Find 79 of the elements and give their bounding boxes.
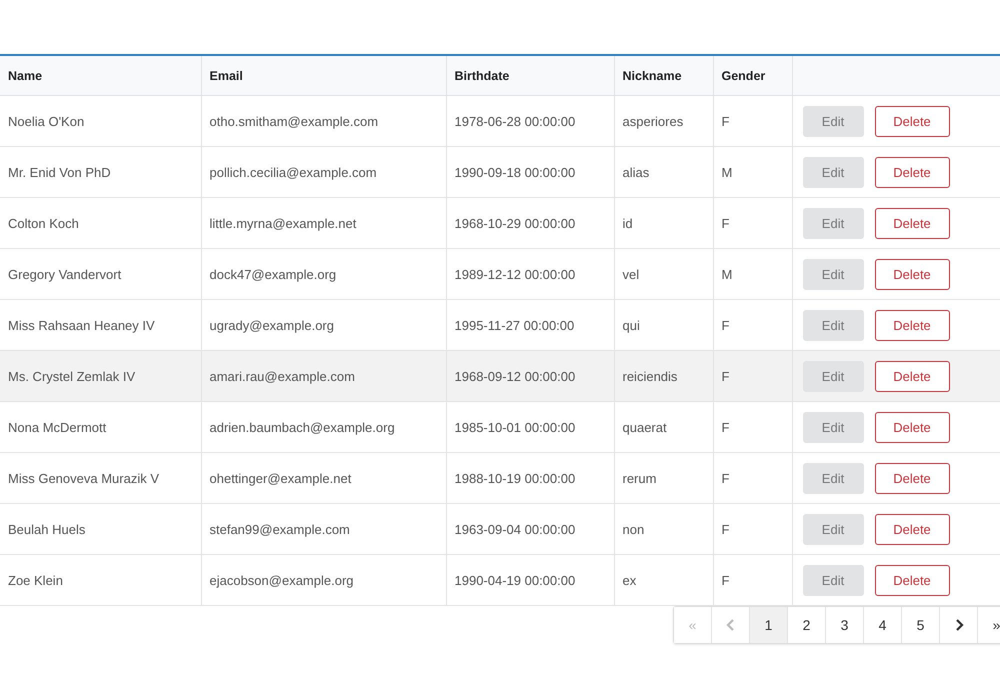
- edit-button[interactable]: Edit: [802, 564, 864, 596]
- chevron-left-icon: [726, 619, 736, 631]
- table-cell: otho.smitham@example.com: [201, 96, 446, 146]
- table-cell: F: [713, 96, 792, 146]
- delete-button[interactable]: Delete: [874, 106, 950, 136]
- table-cell: F: [713, 350, 792, 402]
- table-cell: reiciendis: [614, 350, 713, 402]
- delete-button[interactable]: Delete: [874, 514, 950, 544]
- table-cell: M: [713, 146, 792, 198]
- delete-button[interactable]: Delete: [874, 462, 950, 494]
- table-cell: ohettinger@example.net: [201, 452, 446, 504]
- table-cell: 1990-09-18 00:00:00: [446, 146, 614, 198]
- table-cell: 1963-09-04 00:00:00: [446, 504, 614, 554]
- table-cell: Noelia O'Kon: [0, 96, 201, 146]
- delete-button[interactable]: Delete: [874, 412, 950, 442]
- delete-button[interactable]: Delete: [874, 310, 950, 340]
- delete-button[interactable]: Delete: [874, 208, 950, 238]
- edit-button[interactable]: Edit: [802, 514, 864, 544]
- edit-button[interactable]: Edit: [802, 360, 864, 392]
- edit-button[interactable]: Edit: [802, 310, 864, 340]
- table-cell: F: [713, 554, 792, 606]
- table-cell: M: [713, 248, 792, 300]
- column-header: Name: [0, 55, 201, 96]
- table-cell: ex: [614, 554, 713, 606]
- delete-button[interactable]: Delete: [874, 156, 950, 188]
- table-cell: Nona McDermott: [0, 402, 201, 452]
- edit-button[interactable]: Edit: [802, 412, 864, 442]
- table-cell: Miss Genoveva Murazik V: [0, 452, 201, 504]
- table-cell: Mr. Enid Von PhD: [0, 146, 201, 198]
- table-cell: rerum: [614, 452, 713, 504]
- page-button[interactable]: 5: [902, 607, 940, 643]
- table-cell: quaerat: [614, 402, 713, 452]
- table-cell: 1978-06-28 00:00:00: [446, 96, 614, 146]
- table-cell: 1990-04-19 00:00:00: [446, 554, 614, 606]
- edit-button[interactable]: Edit: [802, 156, 864, 188]
- next-page-button[interactable]: [940, 607, 978, 643]
- column-header: Birthdate: [446, 55, 614, 96]
- edit-button[interactable]: Edit: [802, 462, 864, 494]
- table-cell: dock47@example.org: [201, 248, 446, 300]
- table-cell: alias: [614, 146, 713, 198]
- table-cell: asperiores: [614, 96, 713, 146]
- table-cell: pollich.cecilia@example.com: [201, 146, 446, 198]
- table-cell: 1968-09-12 00:00:00: [446, 350, 614, 402]
- delete-button[interactable]: Delete: [874, 360, 950, 392]
- delete-button[interactable]: Delete: [874, 564, 950, 596]
- column-header: Gender: [713, 55, 792, 96]
- edit-button[interactable]: Edit: [802, 208, 864, 238]
- table-cell: F: [713, 402, 792, 452]
- column-header: Email: [201, 55, 446, 96]
- column-header: Nickname: [614, 55, 713, 96]
- table-cell: non: [614, 504, 713, 554]
- table-cell: id: [614, 198, 713, 248]
- table-cell: ejacobson@example.org: [201, 554, 446, 606]
- table-cell: Gregory Vandervort: [0, 248, 201, 300]
- table-cell: 1988-10-19 00:00:00: [446, 452, 614, 504]
- table-cell: little.myrna@example.net: [201, 198, 446, 248]
- table-cell: F: [713, 452, 792, 504]
- table-cell: 1989-12-12 00:00:00: [446, 248, 614, 300]
- edit-button[interactable]: Edit: [802, 258, 864, 290]
- table-cell: amari.rau@example.com: [201, 350, 446, 402]
- table-cell: 1968-10-29 00:00:00: [446, 198, 614, 248]
- page-button[interactable]: 1: [750, 607, 788, 643]
- table-cell: 1985-10-01 00:00:00: [446, 402, 614, 452]
- table-cell: Colton Koch: [0, 198, 201, 248]
- last-page-button[interactable]: »: [978, 607, 1000, 643]
- table-cell: adrien.baumbach@example.org: [201, 402, 446, 452]
- table-cell: F: [713, 198, 792, 248]
- page-button[interactable]: 4: [864, 607, 902, 643]
- page-button[interactable]: 2: [788, 607, 826, 643]
- delete-button[interactable]: Delete: [874, 258, 950, 290]
- chevron-right-icon: [954, 619, 964, 631]
- page-button[interactable]: 3: [826, 607, 864, 643]
- table-cell: stefan99@example.com: [201, 504, 446, 554]
- table-cell: Ms. Crystel Zemlak IV: [0, 350, 201, 402]
- table-cell: vel: [614, 248, 713, 300]
- edit-button[interactable]: Edit: [802, 106, 864, 136]
- table-cell: Zoe Klein: [0, 554, 201, 606]
- table-cell: Beulah Huels: [0, 504, 201, 554]
- table-cell: F: [713, 504, 792, 554]
